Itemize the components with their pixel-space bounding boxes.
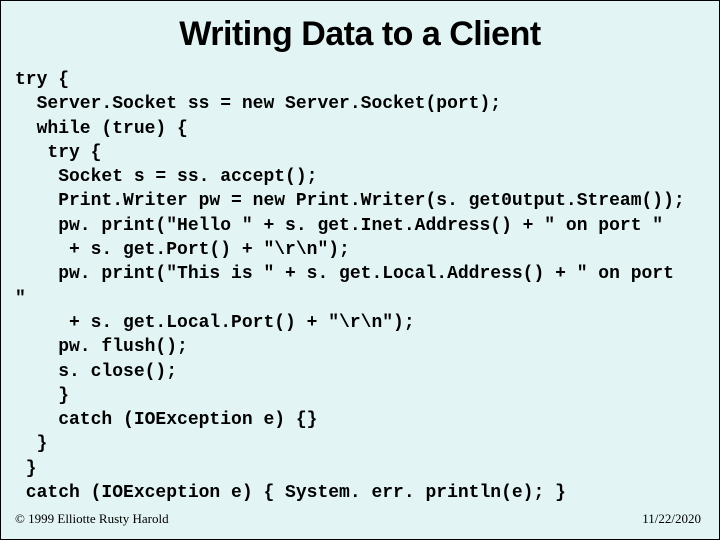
code-block: try { Server.Socket ss = new Server.Sock…: [1, 62, 719, 505]
slide-title: Writing Data to a Client: [1, 1, 719, 62]
date-text: 11/22/2020: [642, 511, 701, 527]
copyright-text: © 1999 Elliotte Rusty Harold: [15, 511, 169, 527]
